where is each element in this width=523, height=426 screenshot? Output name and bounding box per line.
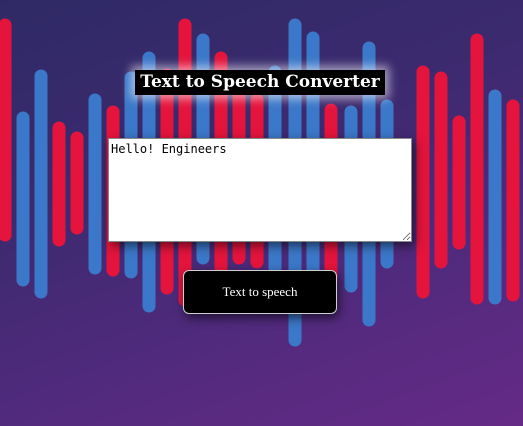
text-input[interactable] <box>108 138 412 242</box>
page-title: Text to Speech Converter <box>135 70 385 95</box>
text-to-speech-button[interactable]: Text to speech <box>183 270 337 314</box>
